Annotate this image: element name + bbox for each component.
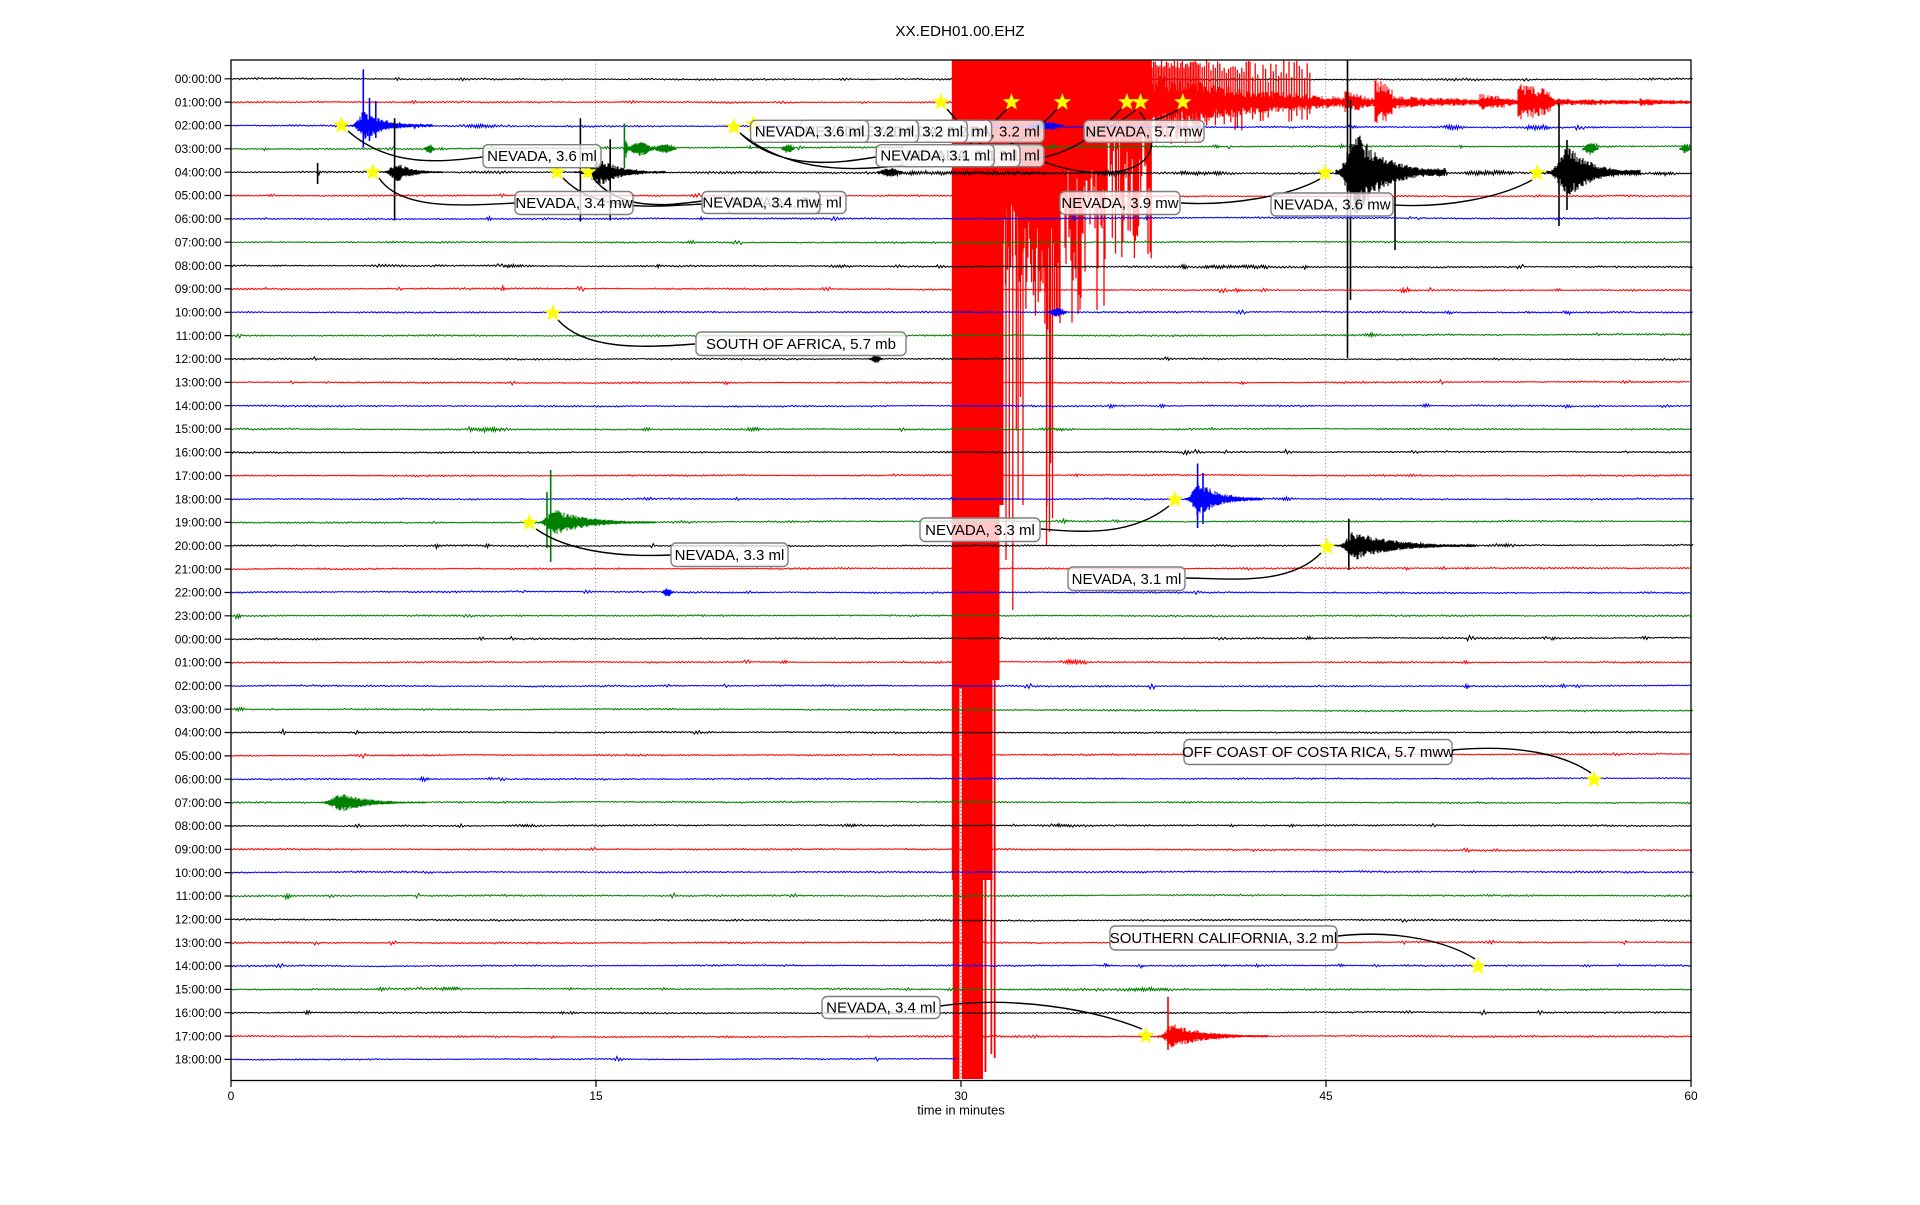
svg-text:02:00:00: 02:00:00 (175, 119, 222, 133)
svg-text:17:00:00: 17:00:00 (175, 469, 222, 483)
svg-text:NEVADA, 3.1 ml: NEVADA, 3.1 ml (1072, 571, 1182, 588)
svg-text:NEVADA, 3.6 ml: NEVADA, 3.6 ml (755, 123, 865, 140)
svg-text:23:00:00: 23:00:00 (175, 609, 222, 623)
svg-text:07:00:00: 07:00:00 (175, 796, 222, 810)
svg-text:OFF COAST OF COSTA RICA, 5.7 m: OFF COAST OF COSTA RICA, 5.7 mww (1182, 744, 1454, 761)
svg-text:01:00:00: 01:00:00 (175, 656, 222, 670)
svg-text:16:00:00: 16:00:00 (175, 1006, 222, 1020)
svg-text:04:00:00: 04:00:00 (175, 165, 222, 179)
svg-text:15: 15 (589, 1089, 603, 1103)
svg-text:07:00:00: 07:00:00 (175, 235, 222, 249)
svg-text:12:00:00: 12:00:00 (175, 913, 222, 927)
svg-text:09:00:00: 09:00:00 (175, 843, 222, 857)
svg-text:22:00:00: 22:00:00 (175, 586, 222, 600)
svg-text:03:00:00: 03:00:00 (175, 702, 222, 716)
svg-text:NEVADA, 5.7 mw: NEVADA, 5.7 mw (1085, 123, 1202, 140)
svg-text:NEVADA, 3.6 ml: NEVADA, 3.6 ml (487, 148, 597, 165)
svg-text:19:00:00: 19:00:00 (175, 516, 222, 530)
svg-text:NEVADA, 3.6 mw: NEVADA, 3.6 mw (1273, 197, 1390, 214)
svg-text:06:00:00: 06:00:00 (175, 772, 222, 786)
svg-text:15:00:00: 15:00:00 (175, 983, 222, 997)
svg-text:21:00:00: 21:00:00 (175, 562, 222, 576)
svg-text:45: 45 (1319, 1089, 1333, 1103)
svg-text:20:00:00: 20:00:00 (175, 539, 222, 553)
svg-text:05:00:00: 05:00:00 (175, 749, 222, 763)
svg-text:05:00:00: 05:00:00 (175, 189, 222, 203)
svg-text:NEVADA, 3.3 ml: NEVADA, 3.3 ml (675, 547, 785, 564)
svg-text:14:00:00: 14:00:00 (175, 399, 222, 413)
svg-text:13:00:00: 13:00:00 (175, 376, 222, 390)
svg-text:12:00:00: 12:00:00 (175, 352, 222, 366)
svg-text:NEVADA, 3.4 mw: NEVADA, 3.4 mw (515, 195, 632, 212)
svg-text:30: 30 (954, 1089, 968, 1103)
svg-text:NEVADA, 3.3 ml: NEVADA, 3.3 ml (925, 522, 1035, 539)
svg-text:0: 0 (228, 1089, 235, 1103)
svg-text:NEVADA, 3.9 mw: NEVADA, 3.9 mw (1061, 195, 1178, 212)
svg-text:13:00:00: 13:00:00 (175, 936, 222, 950)
svg-text:00:00:00: 00:00:00 (175, 72, 222, 86)
svg-text:10:00:00: 10:00:00 (175, 866, 222, 880)
svg-text:NEVADA, 3.4 ml: NEVADA, 3.4 ml (826, 1000, 936, 1017)
svg-text:17:00:00: 17:00:00 (175, 1029, 222, 1043)
svg-text:08:00:00: 08:00:00 (175, 819, 222, 833)
svg-text:00:00:00: 00:00:00 (175, 632, 222, 646)
svg-text:06:00:00: 06:00:00 (175, 212, 222, 226)
svg-text:NEVADA, 3.1 ml: NEVADA, 3.1 ml (880, 148, 990, 165)
svg-text:NEVADA, 3.4 mw: NEVADA, 3.4 mw (702, 195, 819, 212)
svg-text:11:00:00: 11:00:00 (176, 889, 222, 903)
svg-text:16:00:00: 16:00:00 (175, 446, 222, 460)
svg-text:60: 60 (1684, 1089, 1698, 1103)
svg-text:time in minutes: time in minutes (917, 1103, 1005, 1118)
svg-text:18:00:00: 18:00:00 (175, 1053, 222, 1067)
svg-text:08:00:00: 08:00:00 (175, 259, 222, 273)
svg-text:01:00:00: 01:00:00 (175, 95, 222, 109)
svg-text:11:00:00: 11:00:00 (176, 329, 222, 343)
svg-text:18:00:00: 18:00:00 (175, 492, 222, 506)
svg-text:SOUTH OF AFRICA, 5.7 mb: SOUTH OF AFRICA, 5.7 mb (706, 336, 896, 353)
svg-text:SOUTHERN CALIFORNIA, 3.2 ml: SOUTHERN CALIFORNIA, 3.2 ml (1110, 930, 1338, 947)
svg-text:02:00:00: 02:00:00 (175, 679, 222, 693)
svg-text:XX.EDH01.00.EHZ: XX.EDH01.00.EHZ (895, 23, 1024, 40)
svg-text:15:00:00: 15:00:00 (175, 422, 222, 436)
svg-text:03:00:00: 03:00:00 (175, 142, 222, 156)
svg-text:14:00:00: 14:00:00 (175, 959, 222, 973)
svg-text:04:00:00: 04:00:00 (175, 726, 222, 740)
svg-text:09:00:00: 09:00:00 (175, 282, 222, 296)
svg-text:10:00:00: 10:00:00 (175, 306, 222, 320)
